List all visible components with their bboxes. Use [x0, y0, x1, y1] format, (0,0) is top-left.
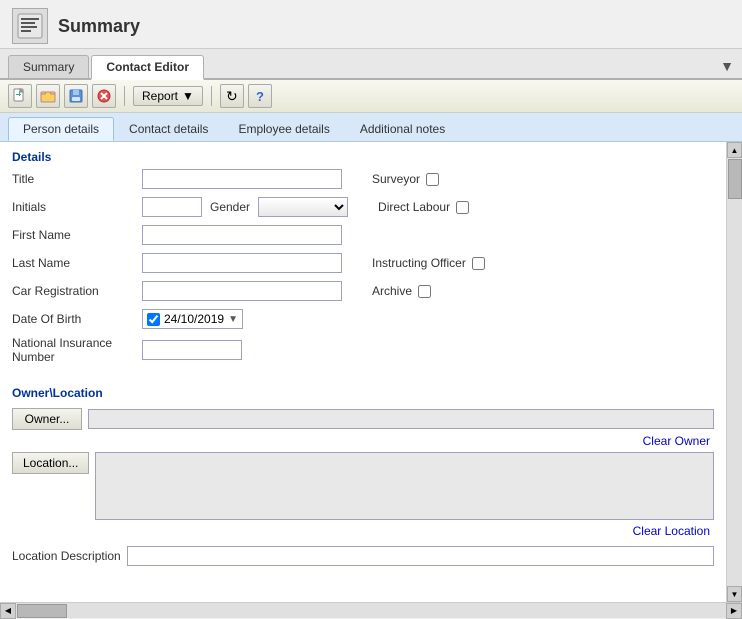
- ni-row: National Insurance Number: [12, 336, 714, 364]
- dob-row: Date Of Birth 24/10/2019 ▼: [12, 308, 714, 330]
- owner-row: Owner...: [12, 408, 714, 430]
- initials-gender-group: Gender Male Female Unknown: [142, 197, 348, 217]
- clear-owner-link[interactable]: Clear Owner: [12, 434, 712, 448]
- clear-location-link[interactable]: Clear Location: [12, 524, 712, 538]
- car-reg-input[interactable]: [142, 281, 342, 301]
- toolbar: Report ▼ ↻ ?: [0, 80, 742, 113]
- ni-input[interactable]: [142, 340, 242, 360]
- toolbar-separator-2: [211, 86, 212, 106]
- dob-dropdown-arrow[interactable]: ▼: [228, 314, 238, 325]
- gender-label: Gender: [210, 200, 250, 214]
- owner-section: Owner... Clear Owner Location... Clear L…: [0, 404, 726, 538]
- tab-person-details[interactable]: Person details: [8, 117, 114, 141]
- initials-label: Initials: [12, 200, 142, 214]
- owner-location-label: Owner\Location: [0, 378, 726, 404]
- first-name-row: First Name: [12, 224, 714, 246]
- page-title: Summary: [58, 16, 140, 37]
- location-desc-row: Location Description: [0, 542, 726, 566]
- tab-employee-details[interactable]: Employee details: [223, 117, 344, 141]
- owner-button[interactable]: Owner...: [12, 408, 82, 430]
- tab-bar-arrow[interactable]: ▼: [720, 58, 734, 78]
- car-reg-label: Car Registration: [12, 284, 142, 298]
- instructing-officer-section: Instructing Officer: [372, 256, 485, 270]
- inner-tab-bar: Person details Contact details Employee …: [0, 113, 742, 142]
- content-area: Details Title Surveyor Initials Gender: [0, 142, 726, 602]
- toolbar-separator: [124, 86, 125, 106]
- location-desc-label: Location Description: [12, 549, 121, 563]
- content-wrapper: Details Title Surveyor Initials Gender: [0, 142, 742, 602]
- direct-labour-checkbox[interactable]: [456, 201, 469, 214]
- title-input[interactable]: [142, 169, 342, 189]
- dob-checkbox[interactable]: [147, 313, 160, 326]
- tab-contact-editor[interactable]: Contact Editor: [91, 55, 204, 80]
- surveyor-section: Surveyor: [372, 172, 439, 186]
- hscroll-left-btn[interactable]: ◀: [0, 603, 16, 619]
- title-icon: [12, 8, 48, 44]
- instructing-officer-checkbox[interactable]: [472, 257, 485, 270]
- dob-field-wrapper[interactable]: 24/10/2019 ▼: [142, 309, 243, 329]
- help-button[interactable]: ?: [248, 84, 272, 108]
- scroll-thumb[interactable]: [728, 159, 742, 199]
- direct-labour-label: Direct Labour: [378, 200, 450, 214]
- last-name-row: Last Name Instructing Officer: [12, 252, 714, 274]
- tab-additional-notes[interactable]: Additional notes: [345, 117, 460, 141]
- location-textarea[interactable]: [95, 452, 714, 520]
- surveyor-checkbox[interactable]: [426, 173, 439, 186]
- tab-summary[interactable]: Summary: [8, 55, 89, 78]
- last-name-label: Last Name: [12, 256, 142, 270]
- archive-section: Archive: [372, 284, 431, 298]
- direct-labour-section: Direct Labour: [378, 200, 469, 214]
- hscroll-right-btn[interactable]: ▶: [726, 603, 742, 619]
- archive-checkbox[interactable]: [418, 285, 431, 298]
- last-name-input[interactable]: [142, 253, 342, 273]
- surveyor-label: Surveyor: [372, 172, 420, 186]
- archive-label: Archive: [372, 284, 412, 298]
- location-button[interactable]: Location...: [12, 452, 89, 474]
- cancel-button[interactable]: [92, 84, 116, 108]
- report-button[interactable]: Report ▼: [133, 86, 203, 106]
- scroll-down-btn[interactable]: ▼: [727, 586, 742, 602]
- scroll-up-btn[interactable]: ▲: [727, 142, 742, 158]
- first-name-label: First Name: [12, 228, 142, 242]
- tab-bar: Summary Contact Editor ▼: [0, 49, 742, 80]
- initials-input[interactable]: [142, 197, 202, 217]
- hscroll-thumb[interactable]: [17, 604, 67, 618]
- title-bar: Summary: [0, 0, 742, 49]
- new-button[interactable]: [8, 84, 32, 108]
- open-button[interactable]: [36, 84, 60, 108]
- save-button[interactable]: [64, 84, 88, 108]
- refresh-button[interactable]: ↻: [220, 84, 244, 108]
- location-desc-input[interactable]: [127, 546, 714, 566]
- gender-select[interactable]: Male Female Unknown: [258, 197, 348, 217]
- car-reg-row: Car Registration Archive: [12, 280, 714, 302]
- form-body: Title Surveyor Initials Gender Male Fema…: [0, 168, 726, 378]
- title-row: Title Surveyor: [12, 168, 714, 190]
- owner-input[interactable]: [88, 409, 714, 429]
- first-name-input[interactable]: [142, 225, 342, 245]
- dob-value: 24/10/2019: [164, 312, 224, 326]
- vertical-scrollbar[interactable]: ▲ ▼: [726, 142, 742, 602]
- horizontal-scrollbar: ◀ ▶: [0, 602, 742, 618]
- title-label: Title: [12, 172, 142, 186]
- instructing-officer-label: Instructing Officer: [372, 256, 466, 270]
- details-section-label: Details: [0, 142, 726, 168]
- ni-label: National Insurance Number: [12, 336, 142, 364]
- location-row: Location...: [12, 452, 714, 520]
- tab-contact-details[interactable]: Contact details: [114, 117, 223, 141]
- dob-label: Date Of Birth: [12, 312, 142, 326]
- initials-row: Initials Gender Male Female Unknown Dire…: [12, 196, 714, 218]
